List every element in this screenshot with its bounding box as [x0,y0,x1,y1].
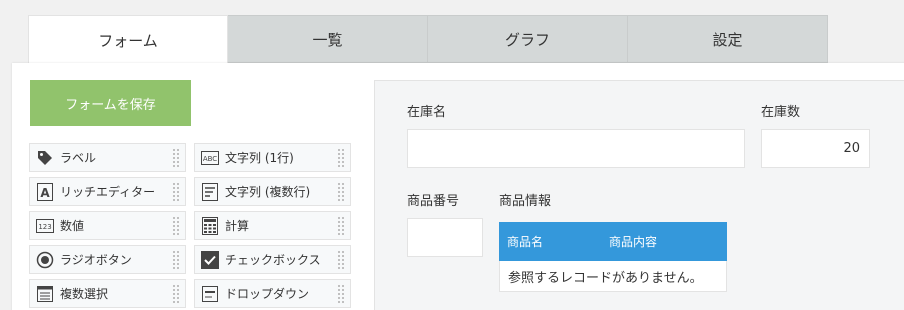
checkbox-icon [201,250,219,269]
stock-count-field[interactable]: 20 [761,129,870,168]
drag-handle-icon[interactable] [337,216,345,236]
palette-item-dropdown[interactable]: ドロップダウン [194,279,351,308]
multiline-text-icon [201,182,219,201]
palette-item-text: ドロップダウン [225,287,310,301]
radio-button-icon [36,251,54,269]
drag-handle-icon[interactable] [172,250,180,270]
palette-item-label[interactable]: ラベル [29,143,186,172]
product-number-label: 商品番号 [407,194,460,209]
product-info-label: 商品情報 [499,194,552,209]
drag-handle-icon[interactable] [172,182,180,202]
tab-graph[interactable]: グラフ [428,15,628,63]
palette-item-single-line-text[interactable]: ABC 文字列 (1行) [194,143,351,172]
calculator-icon [201,216,219,235]
tag-icon [36,149,54,167]
svg-text:A: A [40,186,50,200]
column-header-product-details: 商品内容 [609,235,658,249]
rich-editor-icon: A [36,182,54,201]
drag-handle-icon[interactable] [172,148,180,168]
palette-item-text: 計算 [225,219,250,233]
save-form-button[interactable]: フォームを保存 [30,80,191,126]
palette-item-text: 数値 [60,219,85,233]
related-records-header: 商品名 商品内容 [499,222,727,261]
palette-item-multi-line-text[interactable]: 文字列 (複数行) [194,177,351,206]
tab-list[interactable]: 一覧 [228,15,428,63]
drag-handle-icon[interactable] [337,284,345,304]
palette-item-radio-button[interactable]: ラジオボタン [29,245,186,274]
svg-text:ABC: ABC [203,155,217,163]
drag-handle-icon[interactable] [337,148,345,168]
product-number-field[interactable] [407,218,483,257]
palette-item-text: ラジオボタン [60,253,132,267]
related-records-empty-message: 参照するレコードがありません。 [499,261,727,292]
tab-bar: フォーム 一覧 グラフ 設定 [28,15,828,65]
tab-form[interactable]: フォーム [28,15,228,65]
palette-item-text: ラベル [60,151,97,165]
svg-text:123: 123 [38,223,51,231]
palette-item-multi-select[interactable]: 複数選択 [29,279,186,308]
stock-name-field[interactable] [407,129,745,168]
related-records-table: 商品名 商品内容 参照するレコードがありません。 [499,222,727,292]
palette-item-rich-editor[interactable]: A リッチエディター [29,177,186,206]
abc-text-icon: ABC [201,149,219,167]
palette-item-text: 複数選択 [60,287,109,301]
drag-handle-icon[interactable] [337,250,345,270]
drag-handle-icon[interactable] [172,284,180,304]
palette-item-number[interactable]: 123 数値 [29,211,186,240]
stock-name-label: 在庫名 [407,105,447,120]
number-123-icon: 123 [36,217,54,235]
palette-item-text: チェックボックス [225,253,321,267]
stock-count-label: 在庫数 [761,105,801,120]
palette-item-calculation[interactable]: 計算 [194,211,351,240]
drag-handle-icon[interactable] [337,182,345,202]
column-header-product-name: 商品名 [507,235,544,249]
multi-select-icon [36,285,54,303]
palette-item-text: 文字列 (複数行) [225,185,311,199]
tab-settings[interactable]: 設定 [628,15,828,63]
palette-item-checkbox[interactable]: チェックボックス [194,245,351,274]
drag-handle-icon[interactable] [172,216,180,236]
dropdown-icon [201,285,219,303]
palette-item-text: リッチエディター [60,185,156,199]
palette-item-text: 文字列 (1行) [225,151,294,165]
